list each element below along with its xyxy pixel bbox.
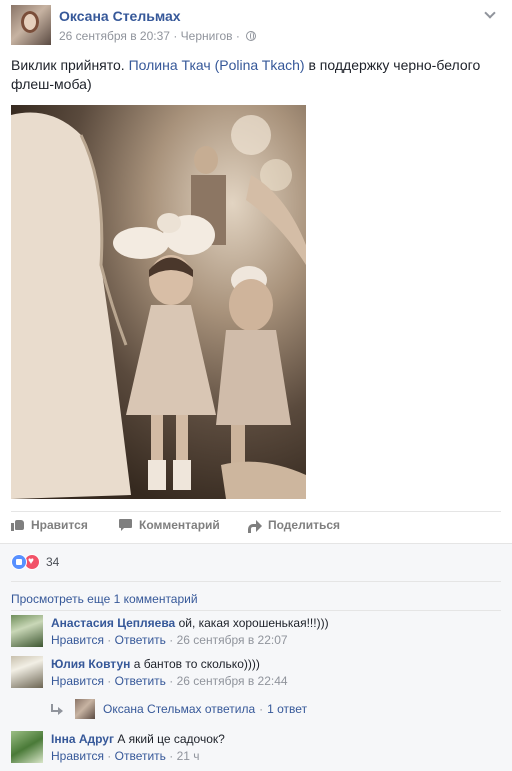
- separator: ·: [169, 749, 174, 763]
- comment-meta: Нравится · Ответить · 21 ч: [51, 749, 200, 763]
- post-meta: 26 сентября в 20:37 · Чернигов ·: [59, 29, 257, 43]
- thumbs-up-icon: [11, 519, 25, 531]
- reply-author-avatar: [75, 699, 95, 719]
- comment-reply-link[interactable]: Ответить: [115, 749, 166, 763]
- post-location[interactable]: Чернигов: [181, 29, 233, 43]
- comment-like-link[interactable]: Нравится: [51, 674, 104, 688]
- separator: ·: [259, 702, 264, 716]
- commenter-avatar[interactable]: [11, 731, 43, 763]
- reactions-summary[interactable]: 34: [11, 554, 59, 570]
- chevron-down-icon[interactable]: [485, 9, 495, 19]
- divider: [11, 610, 501, 611]
- comment-time[interactable]: 26 сентября в 22:44: [177, 674, 288, 688]
- comment-like-link[interactable]: Нравится: [51, 749, 104, 763]
- replies-link[interactable]: Оксана Стельмах ответила · 1 ответ: [51, 699, 307, 719]
- globe-icon[interactable]: [246, 31, 257, 41]
- post-text-prefix: Виклик прийнято.: [11, 57, 129, 73]
- separator: ·: [169, 633, 174, 647]
- meta-separator-2: ·: [235, 29, 240, 43]
- comment-meta: Нравится · Ответить · 26 сентября в 22:0…: [51, 633, 288, 647]
- comment-meta: Нравится · Ответить · 26 сентября в 22:4…: [51, 674, 288, 688]
- share-icon: [248, 519, 262, 533]
- author-name[interactable]: Оксана Стельмах: [59, 8, 181, 24]
- comment-body: Анастасия Цепляева ой, какая хорошенькая…: [51, 615, 329, 631]
- separator: ·: [169, 674, 174, 688]
- divider: [11, 581, 501, 582]
- like-button[interactable]: Нравится: [11, 518, 88, 532]
- post-date[interactable]: 26 сентября в 20:37: [59, 29, 170, 43]
- tagged-person-link[interactable]: Полина Ткач (Polina Tkach): [129, 57, 305, 73]
- commenter-name[interactable]: Інна Адруг: [51, 732, 114, 746]
- commenter-name[interactable]: Анастасия Цепляева: [51, 616, 175, 630]
- comment-body: Юлия Ковтун а бантов то сколько)))): [51, 656, 260, 672]
- separator: ·: [107, 633, 112, 647]
- photo-illustration: [11, 105, 306, 499]
- commenter-avatar[interactable]: [11, 656, 43, 688]
- comment-text: А який це садочок?: [117, 732, 225, 746]
- view-more-comments-link[interactable]: Просмотреть еще 1 комментарий: [11, 592, 198, 606]
- reaction-count[interactable]: 34: [46, 555, 59, 569]
- reply-arrow-icon: [51, 704, 63, 715]
- commenter-avatar[interactable]: [11, 615, 43, 647]
- commenter-name[interactable]: Юлия Ковтун: [51, 657, 130, 671]
- like-label: Нравится: [31, 518, 88, 532]
- comment-body: Інна Адруг А який це садочок?: [51, 731, 225, 747]
- post-actions: Нравится Комментарий Поделиться: [11, 511, 501, 541]
- author-avatar[interactable]: [11, 5, 51, 45]
- comments-section: 34 Просмотреть еще 1 комментарий Анастас…: [0, 543, 512, 771]
- comment-like-link[interactable]: Нравится: [51, 633, 104, 647]
- comment-time[interactable]: 26 сентября в 22:07: [177, 633, 288, 647]
- post-photo[interactable]: [11, 105, 306, 499]
- share-button[interactable]: Поделиться: [248, 518, 341, 533]
- comment-button[interactable]: Комментарий: [119, 518, 220, 532]
- comment-text: ой, какая хорошенькая!!!))): [178, 616, 329, 630]
- comment-reply-link[interactable]: Ответить: [115, 633, 166, 647]
- meta-separator: ·: [173, 29, 178, 43]
- reply-count[interactable]: 1 ответ: [267, 702, 307, 716]
- post-header: Оксана Стельмах 26 сентября в 20:37 · Че…: [11, 5, 501, 47]
- separator: ·: [107, 674, 112, 688]
- comment-icon: [119, 519, 133, 531]
- comment-label: Комментарий: [139, 518, 220, 532]
- reply-summary-text[interactable]: Оксана Стельмах ответила: [103, 702, 255, 716]
- comment-reply-link[interactable]: Ответить: [115, 674, 166, 688]
- like-reaction-icon: [11, 554, 27, 570]
- comment-text: а бантов то сколько)))): [133, 657, 260, 671]
- post-text: Виклик прийнято. Полина Ткач (Polina Tka…: [11, 56, 501, 94]
- facebook-post: Оксана Стельмах 26 сентября в 20:37 · Че…: [0, 0, 512, 771]
- share-label: Поделиться: [268, 518, 341, 532]
- comment-time[interactable]: 21 ч: [177, 749, 200, 763]
- separator: ·: [107, 749, 112, 763]
